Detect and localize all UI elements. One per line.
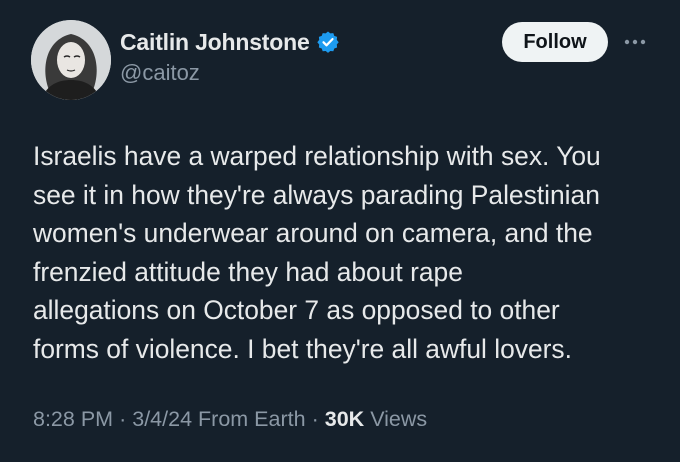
follow-button[interactable]: Follow [502, 22, 608, 62]
tweet-text-line: see it in how they're always parading Pa… [33, 179, 600, 210]
meta-separator: · [119, 407, 127, 431]
tweet-text-line: Israelis have a warped relationship with… [33, 141, 601, 171]
avatar-image [31, 20, 111, 100]
more-options-button[interactable] [620, 30, 650, 54]
tweet-text-line: allegations on October 7 as opposed to o… [33, 295, 560, 325]
display-name[interactable]: Caitlin Johnstone [120, 29, 310, 56]
author-name-row[interactable]: Caitlin Johnstone [120, 26, 340, 58]
tweet-text-line: frenzied attitude they had about rape [33, 256, 463, 287]
tweet-text: Israelis have a warped relationship with… [33, 137, 663, 368]
tweet-text-line: women's underwear around on camera, and … [33, 218, 593, 248]
tweet-time[interactable]: 8:28 PM [33, 407, 113, 432]
tweet-date[interactable]: 3/4/24 [132, 407, 192, 432]
views-count[interactable]: 30K [325, 407, 364, 432]
tweet-meta: 8:28 PM · 3/4/24 From Earth · 30K Views [33, 407, 427, 432]
views-label: Views [370, 407, 428, 431]
tweet-text-line: forms of violence. I bet they're all awf… [33, 333, 572, 364]
avatar[interactable] [31, 20, 111, 100]
author-handle[interactable]: @caitoz [120, 60, 200, 86]
verified-badge-icon [316, 30, 340, 54]
meta-separator: · [311, 407, 319, 431]
more-horizontal-icon [624, 39, 646, 45]
tweet-source: From Earth [198, 407, 306, 431]
